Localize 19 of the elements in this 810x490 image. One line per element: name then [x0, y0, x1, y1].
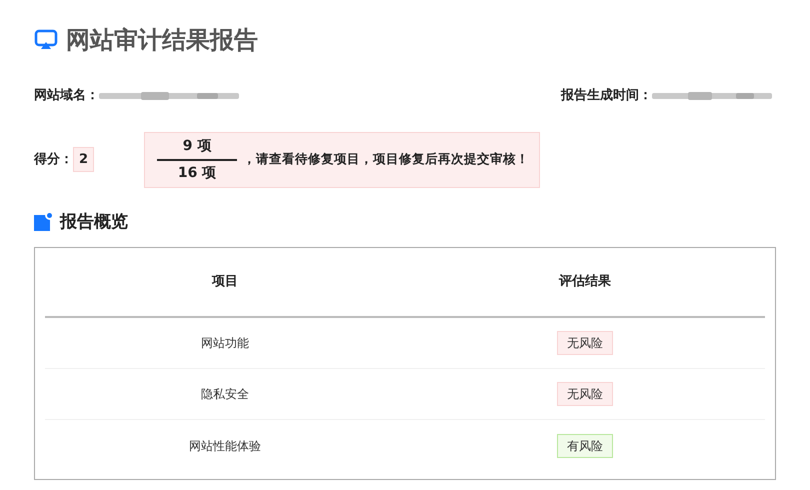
notice-message: ，请查看待修复项目，项目修复后再次提交审核！: [243, 150, 530, 168]
score-label: 得分：: [34, 150, 73, 169]
section-title: 报告概览: [60, 210, 128, 234]
result-tag: 无风险: [557, 331, 613, 355]
score-value: 2: [73, 146, 94, 172]
section-icon: [34, 213, 52, 232]
page-title: 网站审计结果报告: [66, 25, 258, 56]
fraction-denominator: 16 项: [178, 164, 216, 182]
table-cell-text: 网站性能体验: [189, 438, 261, 454]
monitor-icon: [34, 29, 58, 51]
generated-time-label: 报告生成时间：: [561, 86, 652, 105]
domain-label: 网站域名：: [34, 87, 99, 105]
column-header: 项目: [212, 273, 238, 292]
table-cell-text: 隐私安全: [201, 386, 249, 403]
column-header: 评估结果: [559, 273, 611, 292]
table-cell-text: 网站功能: [201, 335, 249, 352]
result-tag: 有风险: [557, 434, 613, 458]
result-tag: 无风险: [557, 382, 613, 406]
fraction-numerator: 9 项: [182, 136, 212, 156]
